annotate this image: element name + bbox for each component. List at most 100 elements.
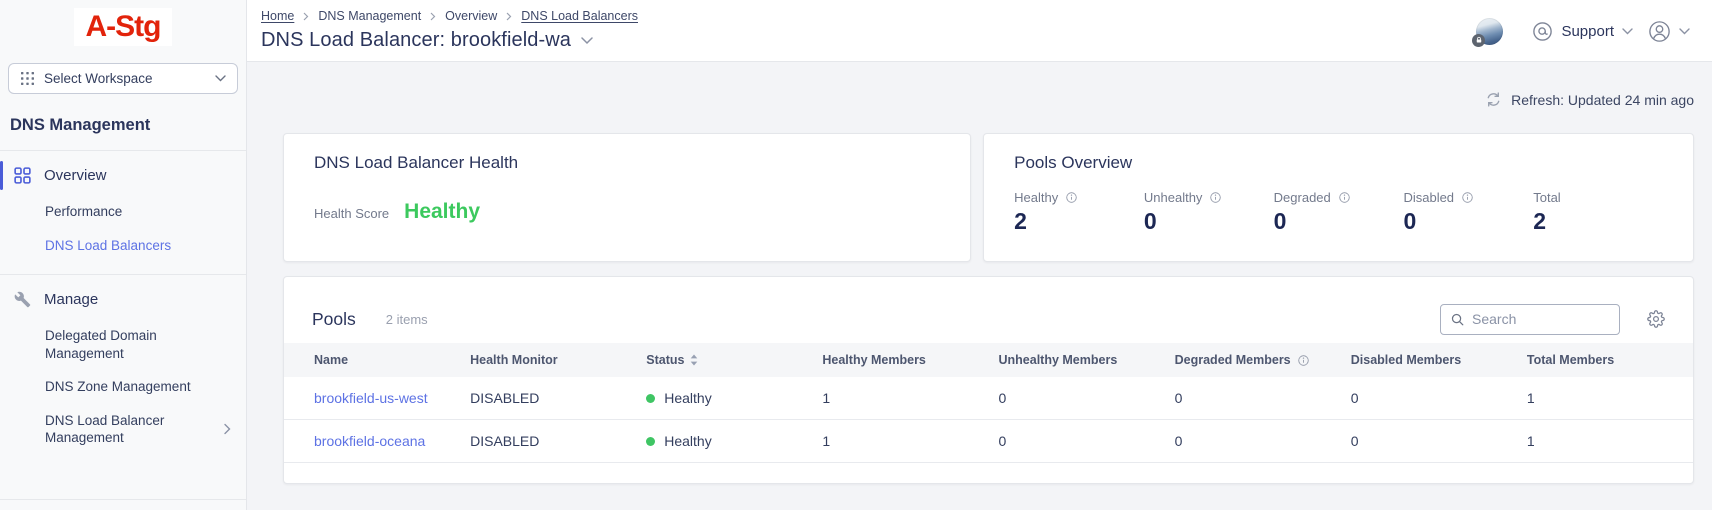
sidebar-item-dns-zone-management[interactable]: DNS Zone Management: [0, 370, 246, 404]
table-settings-button[interactable]: [1647, 310, 1665, 328]
search-icon: [1451, 312, 1464, 327]
support-label: Support: [1561, 23, 1614, 40]
refresh-label: Refresh: Updated 24 min ago: [1511, 92, 1694, 108]
pool-link[interactable]: brookfield-oceana: [314, 433, 425, 449]
account-icon: [1648, 20, 1671, 43]
info-icon[interactable]: [1297, 354, 1310, 367]
pools-toolbar: Pools 2 items: [284, 277, 1693, 343]
health-monitor-cell: DISABLED: [460, 377, 636, 420]
column-header-status[interactable]: Status: [636, 343, 812, 377]
stat-degraded: Degraded 0: [1274, 190, 1404, 235]
support-menu[interactable]: Support: [1532, 21, 1633, 42]
column-header-degraded-members: Degraded Members: [1165, 343, 1341, 377]
stat-total: Total 2: [1533, 190, 1663, 235]
healthy-members-cell: 1: [812, 377, 988, 420]
breadcrumb-home[interactable]: Home: [261, 9, 294, 23]
overview-grid-icon: [14, 167, 31, 184]
search-box: [1440, 304, 1620, 335]
sidebar-item-manage[interactable]: Manage: [0, 280, 246, 319]
status-cell: Healthy: [646, 390, 802, 406]
sidebar-footer: [0, 499, 246, 510]
column-header-disabled-members: Disabled Members: [1341, 343, 1517, 377]
divider: [0, 499, 246, 500]
status-label: Healthy: [664, 390, 711, 406]
sidebar-item-overview[interactable]: Overview: [0, 156, 246, 195]
info-icon[interactable]: [1065, 191, 1078, 204]
table-row: brookfield-us-west DISABLED Healthy 1 0 …: [284, 377, 1693, 420]
pools-table-card: Pools 2 items: [283, 276, 1694, 484]
logo-container: A-Stg: [0, 0, 246, 46]
workspace-selector[interactable]: Select Workspace: [8, 63, 238, 94]
info-icon[interactable]: [1338, 191, 1351, 204]
breadcrumb-dns-management[interactable]: DNS Management: [318, 9, 421, 23]
sidebar-item-label: DNS Load Balancer Management: [45, 413, 164, 446]
account-menu[interactable]: [1648, 20, 1690, 43]
brand-logo[interactable]: A-Stg: [74, 8, 173, 46]
disabled-members-cell: 0: [1341, 377, 1517, 420]
sidebar-item-performance[interactable]: Performance: [0, 195, 246, 229]
stat-healthy: Healthy 2: [1014, 190, 1144, 235]
topbar-left: Home DNS Management Overview DNS Load Ba…: [261, 9, 638, 61]
support-icon: [1532, 21, 1553, 42]
pools-title: Pools: [312, 309, 356, 330]
table-row: brookfield-oceana DISABLED Healthy 1 0 0…: [284, 420, 1693, 463]
status-cell: Healthy: [646, 433, 802, 449]
stat-value: 0: [1274, 208, 1404, 235]
grid-dots-icon: [20, 71, 35, 86]
chevron-down-icon: [1679, 28, 1690, 35]
lock-icon: [1475, 36, 1483, 44]
healthy-status-dot: [646, 394, 655, 403]
stat-label: Degraded: [1274, 190, 1331, 205]
healthy-members-cell: 1: [812, 420, 988, 463]
breadcrumb-separator-icon: [430, 12, 436, 21]
info-icon[interactable]: [1461, 191, 1474, 204]
active-indicator: [0, 161, 3, 190]
breadcrumb: Home DNS Management Overview DNS Load Ba…: [261, 9, 638, 23]
gear-icon: [1647, 310, 1665, 328]
status-label: Healthy: [664, 433, 711, 449]
chevron-down-icon: [215, 75, 226, 82]
healthy-status-dot: [646, 437, 655, 446]
topbar-right: Support: [1476, 9, 1690, 53]
stat-label: Unhealthy: [1144, 190, 1203, 205]
info-icon[interactable]: [1209, 191, 1222, 204]
page-title: DNS Load Balancer: brookfield-wa: [261, 29, 571, 52]
divider: [0, 274, 246, 275]
wrench-icon: [14, 291, 31, 308]
stat-label: Disabled: [1403, 190, 1454, 205]
content: Refresh: Updated 24 min ago DNS Load Bal…: [247, 62, 1712, 510]
chevron-right-icon: [224, 424, 231, 435]
pools-count: 2 items: [386, 312, 428, 327]
unhealthy-members-cell: 0: [989, 377, 1165, 420]
avatar[interactable]: [1476, 18, 1503, 45]
sidebar-item-dns-load-balancers[interactable]: DNS Load Balancers: [0, 229, 246, 263]
degraded-members-cell: 0: [1165, 420, 1341, 463]
stat-value: 0: [1403, 208, 1533, 235]
pools-overview-card: Pools Overview Healthy 2 Unhealthy: [983, 133, 1694, 262]
sidebar-item-dns-load-balancer-management[interactable]: DNS Load Balancer Management: [0, 404, 246, 455]
sidebar-item-delegated-domain-management[interactable]: Delegated Domain Management: [0, 319, 246, 370]
health-score-value: Healthy: [404, 200, 480, 224]
total-members-cell: 1: [1517, 420, 1693, 463]
column-header-total-members: Total Members: [1517, 343, 1693, 377]
sidebar-nav: Overview Performance DNS Load Balancers …: [0, 151, 246, 467]
main-area: Home DNS Management Overview DNS Load Ba…: [247, 0, 1712, 510]
health-card: DNS Load Balancer Health Health Score He…: [283, 133, 971, 262]
unhealthy-members-cell: 0: [989, 420, 1165, 463]
refresh-control[interactable]: Refresh: Updated 24 min ago: [283, 91, 1694, 108]
breadcrumb-separator-icon: [303, 12, 309, 21]
column-header-healthy-members: Healthy Members: [812, 343, 988, 377]
workspace-label: Select Workspace: [44, 71, 153, 86]
column-header-health-monitor: Health Monitor: [460, 343, 636, 377]
topbar: Home DNS Management Overview DNS Load Ba…: [247, 0, 1712, 62]
refresh-icon: [1485, 91, 1502, 108]
search-input[interactable]: [1472, 311, 1609, 327]
breadcrumb-overview[interactable]: Overview: [445, 9, 497, 23]
chevron-down-icon: [1622, 28, 1633, 35]
health-score-label: Health Score: [314, 206, 389, 221]
breadcrumb-dns-load-balancers[interactable]: DNS Load Balancers: [521, 9, 638, 23]
health-card-title: DNS Load Balancer Health: [314, 153, 940, 173]
pool-link[interactable]: brookfield-us-west: [314, 390, 428, 406]
pools-table: Name Health Monitor Status Healt: [284, 343, 1693, 463]
title-chevron-down-icon[interactable]: [581, 37, 593, 45]
